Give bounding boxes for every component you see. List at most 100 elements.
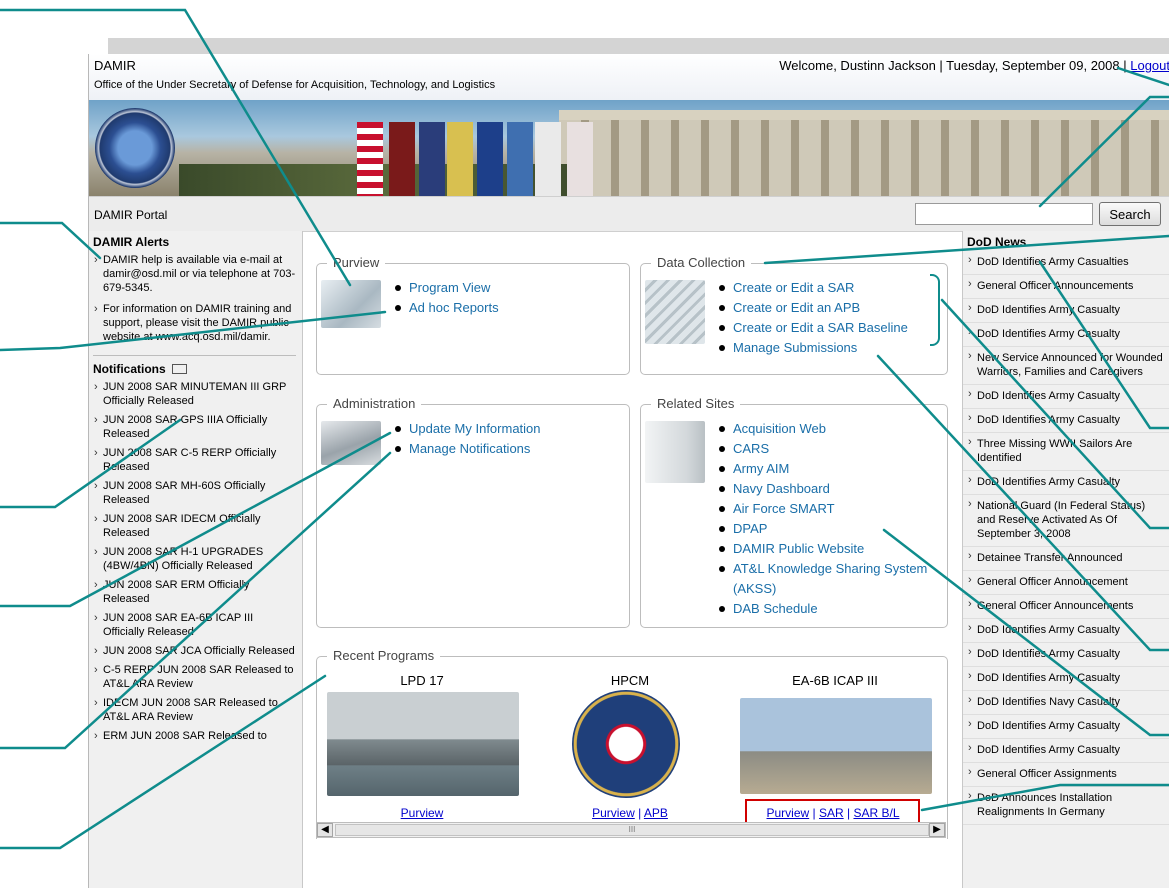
news-item[interactable]: DoD Identifies Army Casualty bbox=[963, 715, 1169, 739]
notification-item[interactable]: JUN 2008 SAR IDECM Officially Released bbox=[89, 510, 302, 543]
notification-item[interactable]: JUN 2008 SAR ERM Officially Released bbox=[89, 576, 302, 609]
notifications-list: JUN 2008 SAR MINUTEMAN III GRP Officiall… bbox=[89, 378, 302, 746]
damir-seal-icon bbox=[95, 108, 175, 188]
purview-panel: Purview Program View Ad hoc Reports bbox=[316, 255, 630, 375]
news-item[interactable]: Three Missing WWII Sailors Are Identifie… bbox=[963, 433, 1169, 471]
cars-link[interactable]: CARS bbox=[717, 439, 937, 459]
alert-item: DAMIR help is available via e-mail at da… bbox=[89, 251, 302, 300]
news-item[interactable]: General Officer Announcement bbox=[963, 571, 1169, 595]
ea6b-aircraft-image[interactable] bbox=[740, 698, 932, 794]
adhoc-reports-link[interactable]: Ad hoc Reports bbox=[393, 298, 499, 318]
notification-item[interactable]: JUN 2008 SAR MINUTEMAN III GRP Officiall… bbox=[89, 378, 302, 411]
news-item[interactable]: DoD Identifies Army Casualty bbox=[963, 385, 1169, 409]
related-sites-panel: Related Sites Acquisition Web CARS Army … bbox=[640, 396, 948, 628]
lpd17-links: Purview bbox=[327, 806, 517, 820]
news-item[interactable]: DoD Identifies Army Casualty bbox=[963, 739, 1169, 763]
hpcm-purview-link[interactable]: Purview bbox=[592, 806, 635, 820]
logout-link[interactable]: Logout bbox=[1130, 58, 1169, 73]
program-name-hpcm: HPCM bbox=[610, 673, 650, 688]
lpd17-ship-image[interactable] bbox=[327, 692, 519, 796]
dab-schedule-link[interactable]: DAB Schedule bbox=[717, 599, 937, 619]
news-item[interactable]: General Officer Assignments bbox=[963, 763, 1169, 787]
manage-submissions-link[interactable]: Manage Submissions bbox=[717, 338, 908, 358]
app-title: DAMIR bbox=[94, 58, 136, 73]
hpcm-apb-link[interactable]: APB bbox=[644, 806, 668, 820]
portal-bar: DAMIR Portal Search bbox=[89, 196, 1169, 232]
update-my-information-link[interactable]: Update My Information bbox=[393, 419, 541, 439]
related-sites-thumbnail bbox=[645, 421, 705, 483]
news-item[interactable]: National Guard (In Federal Status) and R… bbox=[963, 495, 1169, 547]
flag-7 bbox=[535, 122, 561, 196]
news-item[interactable]: DoD Identifies Army Casualty bbox=[963, 471, 1169, 495]
purview-thumbnail bbox=[321, 280, 381, 328]
data-collection-links: Create or Edit a SAR Create or Edit an A… bbox=[717, 278, 908, 358]
program-view-link[interactable]: Program View bbox=[393, 278, 499, 298]
hpcm-links: Purview | APB bbox=[535, 806, 725, 820]
notification-item[interactable]: JUN 2008 SAR C-5 RERP Officially Release… bbox=[89, 444, 302, 477]
notifications-title: Notifications bbox=[93, 362, 166, 376]
news-title: DoD News bbox=[967, 235, 1027, 249]
news-item[interactable]: DoD Identifies Army Casualty bbox=[963, 409, 1169, 433]
create-edit-apb-link[interactable]: Create or Edit an APB bbox=[717, 298, 908, 318]
news-item[interactable]: DoD Identifies Navy Casualty bbox=[963, 691, 1169, 715]
news-item[interactable]: DoD Identifies Army Casualty bbox=[963, 323, 1169, 347]
army-aim-link[interactable]: Army AIM bbox=[717, 459, 937, 479]
manage-notifications-link[interactable]: Manage Notifications bbox=[393, 439, 541, 459]
administration-panel: Administration Update My Information Man… bbox=[316, 396, 630, 628]
search-button[interactable]: Search bbox=[1099, 202, 1161, 226]
notification-item[interactable]: JUN 2008 SAR H-1 UPGRADES (4BW/4BN) Offi… bbox=[89, 543, 302, 576]
data-collection-panel: Data Collection Create or Edit a SAR Cre… bbox=[640, 255, 948, 375]
navy-dashboard-link[interactable]: Navy Dashboard bbox=[717, 479, 937, 499]
news-item[interactable]: New Service Announced for Wounded Warrio… bbox=[963, 347, 1169, 385]
alert-item: For information on DAMIR training and su… bbox=[89, 300, 302, 349]
purview-links: Program View Ad hoc Reports bbox=[393, 278, 499, 318]
lpd17-purview-link[interactable]: Purview bbox=[401, 806, 444, 820]
administration-links: Update My Information Manage Notificatio… bbox=[393, 419, 541, 459]
akss-link[interactable]: AT&L Knowledge Sharing System (AKSS) bbox=[717, 559, 937, 599]
links-brace-marker bbox=[930, 274, 940, 346]
damir-public-website-link[interactable]: DAMIR Public Website bbox=[717, 539, 937, 559]
notification-item[interactable]: ERM JUN 2008 SAR Released to bbox=[89, 727, 302, 746]
news-list: DoD Identifies Army Casualties General O… bbox=[963, 251, 1169, 825]
alerts-title: DAMIR Alerts bbox=[93, 235, 170, 249]
notification-item[interactable]: JUN 2008 SAR EA-6B ICAP III Officially R… bbox=[89, 609, 302, 642]
scroll-thumb[interactable]: III bbox=[335, 824, 929, 836]
air-force-smart-link[interactable]: Air Force SMART bbox=[717, 499, 937, 519]
news-item[interactable]: DoD Identifies Army Casualty bbox=[963, 619, 1169, 643]
building-columns bbox=[559, 120, 1169, 196]
window-top-strip bbox=[108, 38, 1169, 54]
flag-2 bbox=[389, 122, 415, 196]
news-item[interactable]: DoD Identifies Army Casualty bbox=[963, 299, 1169, 323]
notification-item[interactable]: JUN 2008 SAR JCA Officially Released bbox=[89, 642, 302, 661]
data-collection-title: Data Collection bbox=[651, 255, 752, 270]
purview-title: Purview bbox=[327, 255, 386, 270]
notification-item[interactable]: JUN 2008 SAR GPS IIIA Officially Release… bbox=[89, 411, 302, 444]
notification-item[interactable]: IDECM JUN 2008 SAR Released to AT&L ARA … bbox=[89, 694, 302, 727]
welcome-bar: Welcome, Dustinn Jackson | Tuesday, Sept… bbox=[779, 58, 1169, 73]
data-collection-thumbnail bbox=[645, 280, 705, 344]
recent-programs-title: Recent Programs bbox=[327, 648, 441, 663]
notification-item[interactable]: JUN 2008 SAR MH-60S Officially Released bbox=[89, 477, 302, 510]
scroll-right-icon[interactable]: ▶ bbox=[929, 823, 945, 837]
sidebar-divider bbox=[93, 355, 296, 356]
flag-8 bbox=[567, 122, 593, 196]
news-item[interactable]: DoD Identifies Army Casualties bbox=[963, 251, 1169, 275]
callout-line-alerts bbox=[0, 221, 102, 260]
horizontal-scrollbar[interactable]: ◀ III ▶ bbox=[316, 822, 946, 838]
news-item[interactable]: General Officer Announcements bbox=[963, 275, 1169, 299]
create-edit-sar-baseline-link[interactable]: Create or Edit a SAR Baseline bbox=[717, 318, 908, 338]
news-item[interactable]: General Officer Announcements bbox=[963, 595, 1169, 619]
search-input[interactable] bbox=[915, 203, 1093, 225]
acquisition-web-link[interactable]: Acquisition Web bbox=[717, 419, 937, 439]
news-item[interactable]: DoD Announces Installation Realignments … bbox=[963, 787, 1169, 825]
news-item[interactable]: DoD Identifies Army Casualty bbox=[963, 667, 1169, 691]
news-item[interactable]: DoD Identifies Army Casualty bbox=[963, 643, 1169, 667]
notification-item[interactable]: C-5 RERP JUN 2008 SAR Released to AT&L A… bbox=[89, 661, 302, 694]
scroll-left-icon[interactable]: ◀ bbox=[317, 823, 333, 837]
envelope-icon[interactable] bbox=[171, 364, 187, 374]
dod-seal-icon[interactable] bbox=[572, 690, 680, 798]
news-item[interactable]: Detainee Transfer Announced bbox=[963, 547, 1169, 571]
create-edit-sar-link[interactable]: Create or Edit a SAR bbox=[717, 278, 908, 298]
dpap-link[interactable]: DPAP bbox=[717, 519, 937, 539]
alerts-list: DAMIR help is available via e-mail at da… bbox=[89, 251, 302, 349]
